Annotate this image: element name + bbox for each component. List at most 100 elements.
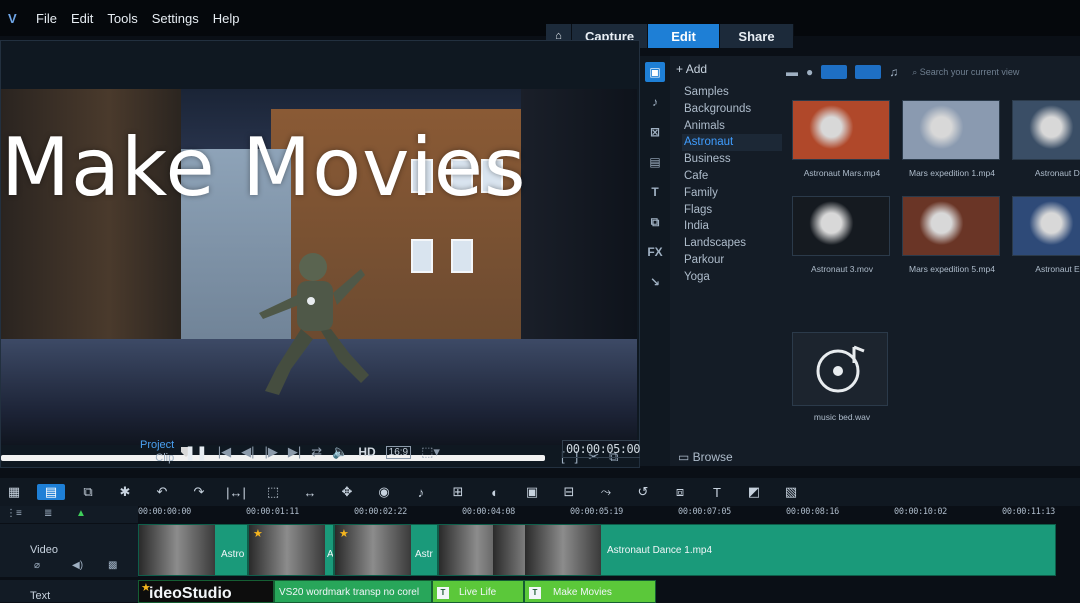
video-clip[interactable]: Astronaut Dance 1.mp4 xyxy=(438,524,1056,576)
crop-icon[interactable]: ⬚ xyxy=(259,484,287,500)
add-folder-button[interactable]: + Add xyxy=(676,62,707,76)
mode-project[interactable]: Project xyxy=(140,439,174,452)
category-item[interactable]: Business xyxy=(682,151,782,168)
color-icon[interactable]: ◩ xyxy=(740,484,768,500)
filter-photo-toggle[interactable] xyxy=(855,65,882,79)
text-track-header: Text xyxy=(0,580,138,603)
copy-attributes-icon[interactable]: ⧉ xyxy=(74,484,102,500)
mask-icon[interactable]: ◐ xyxy=(481,485,509,500)
filter-audio-icon[interactable]: ♫ xyxy=(889,65,898,79)
transition-icon[interactable]: ⊠ xyxy=(645,122,665,142)
split-screen-icon[interactable]: ⊟ xyxy=(555,484,583,500)
title-editor-icon[interactable]: T xyxy=(703,485,731,500)
track-manager-icon[interactable]: ⋮≡ xyxy=(6,508,22,519)
text-clip[interactable]: T Make Movies xyxy=(524,580,656,603)
menu-file[interactable]: File xyxy=(36,11,57,26)
speed-icon[interactable]: ⤳ xyxy=(592,484,620,500)
category-item[interactable]: India xyxy=(682,218,782,235)
graphics-icon[interactable]: ▤ xyxy=(645,152,665,172)
video-track-label: Video xyxy=(30,544,58,556)
media-thumb[interactable] xyxy=(902,196,1000,256)
aspect-ratio-select[interactable]: 16:9 xyxy=(385,445,412,459)
step-back-icon[interactable]: ◀| xyxy=(241,444,254,460)
category-item[interactable]: Yoga xyxy=(682,269,782,286)
subtitle-icon[interactable]: ▣ xyxy=(518,484,546,500)
media-thumb[interactable] xyxy=(1012,196,1080,256)
display-options-icon[interactable]: ⬚▾ xyxy=(421,444,440,460)
import-folder-icon[interactable]: ▬ xyxy=(786,65,798,79)
expand-icon[interactable]: ↔ xyxy=(296,485,324,500)
video-clip[interactable]: Astro xyxy=(138,524,248,576)
filter-video-toggle[interactable] xyxy=(821,65,848,79)
browse-button[interactable]: ▭ Browse xyxy=(678,450,733,464)
volume-icon[interactable]: 🔈 xyxy=(332,444,348,460)
menu-settings[interactable]: Settings xyxy=(152,11,199,26)
stabilize-icon[interactable]: ⧈ xyxy=(666,484,694,500)
clip-title: Astro xyxy=(221,549,245,560)
menu-edit[interactable]: Edit xyxy=(71,11,93,26)
fit-timeline-icon[interactable]: |↔| xyxy=(222,485,250,500)
tab-share[interactable]: Share xyxy=(720,24,794,48)
step-forward-icon[interactable]: |▶ xyxy=(264,444,277,460)
ripple-icon[interactable]: ▩ xyxy=(108,560,117,571)
pause-icon[interactable]: ❚❚ xyxy=(184,444,207,461)
video-clip[interactable]: ★ A xyxy=(248,524,334,576)
record-icon[interactable]: ● xyxy=(806,65,813,79)
lens-icon[interactable]: ▧ xyxy=(777,484,805,500)
clip-thumbnail xyxy=(525,525,601,575)
path-icon[interactable]: ↘ xyxy=(645,272,665,292)
timeline-view-icon[interactable]: ▤ xyxy=(37,484,65,500)
media-thumb-music[interactable] xyxy=(792,332,888,406)
category-item[interactable]: Backgrounds xyxy=(682,101,782,118)
category-item[interactable]: Landscapes xyxy=(682,235,782,252)
media-icon[interactable]: ▣ xyxy=(645,62,665,82)
ruler-label: 00:00:04:08 xyxy=(462,507,515,517)
category-item[interactable]: Flags xyxy=(682,202,782,219)
media-thumb[interactable] xyxy=(792,196,890,256)
category-item[interactable]: Cafe xyxy=(682,168,782,185)
media-thumb[interactable] xyxy=(1012,100,1080,160)
menu-help[interactable]: Help xyxy=(213,11,240,26)
category-item[interactable]: Animals xyxy=(682,118,782,135)
text-clip[interactable]: VS20 wordmark transp no corel xyxy=(274,580,432,603)
undo-icon[interactable]: ↶ xyxy=(148,484,176,500)
tab-edit[interactable]: Edit xyxy=(648,24,720,48)
audio-mixer-icon[interactable]: ♪ xyxy=(407,485,435,500)
skip-end-icon[interactable]: ▶| xyxy=(288,444,301,460)
link-icon[interactable]: ⌀ xyxy=(34,560,40,571)
text-clip[interactable]: ★ ideoStudio xyxy=(138,580,274,603)
skip-start-icon[interactable]: |◀ xyxy=(218,444,231,460)
fx-icon[interactable]: FX xyxy=(645,242,665,262)
timecode-display[interactable]: 00:00:05:009 xyxy=(562,440,651,458)
redo-icon[interactable]: ↷ xyxy=(185,484,213,500)
tools-icon[interactable]: ✱ xyxy=(111,484,139,500)
title-icon[interactable]: T xyxy=(645,182,665,202)
overlay-icon[interactable]: ⧉ xyxy=(645,212,665,232)
media-thumb[interactable] xyxy=(902,100,1000,160)
category-item[interactable]: Parkour xyxy=(682,252,782,269)
category-item[interactable]: Astronaut xyxy=(682,134,782,152)
repeat-icon[interactable]: ⇄ xyxy=(311,444,322,460)
instant-project-icon[interactable]: ♪ xyxy=(645,92,665,112)
add-marker-icon[interactable]: ▲ xyxy=(76,508,86,519)
clip-title: A xyxy=(327,549,334,560)
fx-star-icon: ★ xyxy=(253,528,263,540)
timeline-ruler[interactable]: 00:00:00:00 00:00:01:11 00:00:02:22 00:00:0… xyxy=(138,506,1080,522)
search-input[interactable]: ⌕ Search your current view xyxy=(912,67,1019,78)
category-item[interactable]: Samples xyxy=(682,84,782,101)
chapter-icon[interactable]: ≣ xyxy=(44,508,52,519)
category-item[interactable]: Family xyxy=(682,185,782,202)
loop-icon[interactable]: ↺ xyxy=(629,484,657,500)
hd-toggle[interactable]: HD xyxy=(358,445,375,459)
text-clip[interactable]: T Live Life xyxy=(432,580,524,603)
motion-track-icon[interactable]: ⊞ xyxy=(444,484,472,500)
move-icon[interactable]: ✥ xyxy=(333,484,361,500)
mode-clip[interactable]: Clip xyxy=(140,452,174,465)
media-thumb[interactable] xyxy=(792,100,890,160)
menu-tools[interactable]: Tools xyxy=(107,11,137,26)
transport-controls: Project Clip ❚❚ |◀ ◀| |▶ ▶| ⇄ 🔈 HD 16:9 … xyxy=(140,438,440,466)
record-capture-icon[interactable]: ◉ xyxy=(370,484,398,500)
video-clip[interactable]: ★ Astr xyxy=(334,524,438,576)
track-mute-icon[interactable]: ◀) xyxy=(72,560,83,571)
storyboard-view-icon[interactable]: ▦ xyxy=(0,484,28,500)
